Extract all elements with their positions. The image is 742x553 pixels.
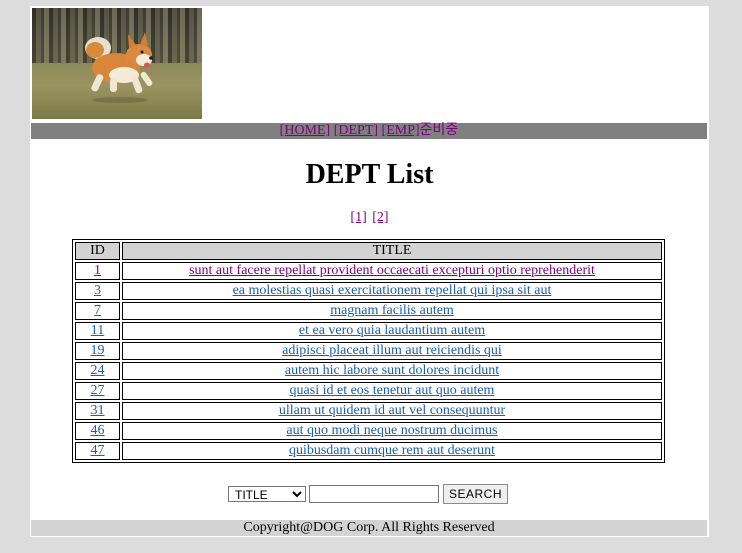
title-link[interactable]: et ea vero quia laudantium autem xyxy=(299,323,485,338)
id-link[interactable]: 19 xyxy=(91,343,105,358)
id-cell: 3 xyxy=(75,282,120,300)
title-link[interactable]: autem hic labore sunt dolores incidunt xyxy=(285,363,499,378)
title-link[interactable]: ea molestias quasi exercitationem repell… xyxy=(233,283,552,298)
column-header-id: ID xyxy=(75,242,120,260)
table-row: 3 ea molestias quasi exercitationem repe… xyxy=(75,282,662,300)
id-link[interactable]: 7 xyxy=(94,303,101,318)
id-cell: 19 xyxy=(75,342,120,360)
title-link[interactable]: quibusdam cumque rem aut deserunt xyxy=(289,443,495,458)
title-link[interactable]: quasi id et eos tenetur aut quo autem xyxy=(290,383,495,398)
table-row: 7 magnam facilis autem xyxy=(75,302,662,320)
nav-home-link[interactable]: [HOME] xyxy=(280,123,331,138)
page-link-2[interactable]: [2] xyxy=(372,210,388,225)
table-row: 27 quasi id et eos tenetur aut quo autem xyxy=(75,382,662,400)
title-cell: aut quo modi neque nostrum ducimus xyxy=(122,422,662,440)
column-header-title: TITLE xyxy=(122,242,662,260)
table-row: 11 et ea vero quia laudantium autem xyxy=(75,322,662,340)
id-cell: 1 xyxy=(75,262,120,280)
table-row: 24 autem hic labore sunt dolores incidun… xyxy=(75,362,662,380)
id-link[interactable]: 24 xyxy=(91,363,105,378)
id-link[interactable]: 11 xyxy=(91,323,104,338)
footer: Copyright@DOG Corp. All Rights Reserved xyxy=(31,520,707,536)
title-link[interactable]: magnam facilis autem xyxy=(330,303,454,318)
title-cell: magnam facilis autem xyxy=(122,302,662,320)
nav-bar: [HOME] [DEPT] [EMP]준비중 xyxy=(31,123,707,139)
pagination: [1] [2] xyxy=(30,209,709,226)
table-row: 46 aut quo modi neque nostrum ducimus xyxy=(75,422,662,440)
title-link[interactable]: sunt aut facere repellat provident occae… xyxy=(189,263,595,278)
id-link[interactable]: 47 xyxy=(91,443,105,458)
dept-table: ID TITLE 1 sunt aut facere repellat prov… xyxy=(72,239,665,463)
table-header-row: ID TITLE xyxy=(75,242,662,260)
page: [HOME] [DEPT] [EMP]준비중 DEPT List [1] [2]… xyxy=(30,6,709,537)
id-link[interactable]: 31 xyxy=(91,403,105,418)
table-row: 1 sunt aut facere repellat provident occ… xyxy=(75,262,662,280)
title-cell: ea molestias quasi exercitationem repell… xyxy=(122,282,662,300)
nav-readying-text: 준비중 xyxy=(419,123,459,138)
title-link[interactable]: aut quo modi neque nostrum ducimus xyxy=(286,423,497,438)
search-field-select[interactable]: TITLE xyxy=(228,486,306,502)
title-cell: et ea vero quia laudantium autem xyxy=(122,322,662,340)
page-title: DEPT List xyxy=(305,159,434,190)
id-cell: 27 xyxy=(75,382,120,400)
table-row: 31 ullam ut quidem id aut vel consequunt… xyxy=(75,402,662,420)
id-cell: 31 xyxy=(75,402,120,420)
nav-dept-link[interactable]: [DEPT] xyxy=(334,123,378,138)
table-row: 19 adipisci placeat illum aut reiciendis… xyxy=(75,342,662,360)
table-row: 47 quibusdam cumque rem aut deserunt xyxy=(75,442,662,460)
title-cell: quibusdam cumque rem aut deserunt xyxy=(122,442,662,460)
id-cell: 11 xyxy=(75,322,120,340)
search-button[interactable]: SEARCH xyxy=(443,484,508,504)
id-link[interactable]: 46 xyxy=(91,423,105,438)
nav-emp-link[interactable]: [EMP] xyxy=(382,123,420,138)
title-cell: autem hic labore sunt dolores incidunt xyxy=(122,362,662,380)
title-cell: sunt aut facere repellat provident occae… xyxy=(122,262,662,280)
id-cell: 46 xyxy=(75,422,120,440)
title-link[interactable]: adipisci placeat illum aut reiciendis qu… xyxy=(282,343,502,358)
id-cell: 24 xyxy=(75,362,120,380)
banner-image xyxy=(32,8,202,119)
id-cell: 47 xyxy=(75,442,120,460)
title-link[interactable]: ullam ut quidem id aut vel consequuntur xyxy=(279,403,505,418)
search-input[interactable] xyxy=(309,485,439,503)
id-cell: 7 xyxy=(75,302,120,320)
id-link[interactable]: 3 xyxy=(94,283,101,298)
title-cell: adipisci placeat illum aut reiciendis qu… xyxy=(122,342,662,360)
title-cell: ullam ut quidem id aut vel consequuntur xyxy=(122,402,662,420)
corgi-image xyxy=(85,32,153,103)
id-link[interactable]: 27 xyxy=(91,383,105,398)
id-link[interactable]: 1 xyxy=(94,263,101,278)
title-cell: quasi id et eos tenetur aut quo autem xyxy=(122,382,662,400)
page-link-1[interactable]: [1] xyxy=(350,210,366,225)
